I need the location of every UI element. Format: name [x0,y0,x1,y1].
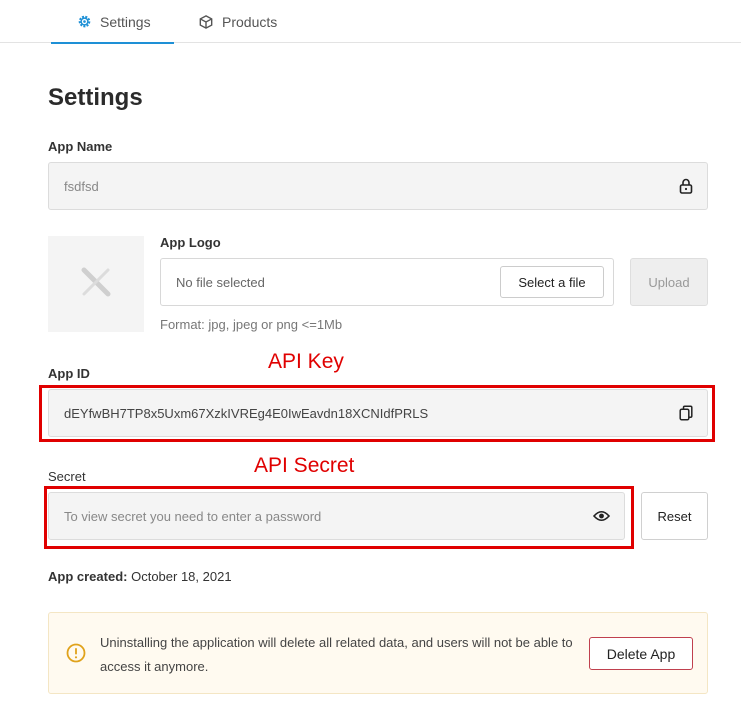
app-created-date: October 18, 2021 [131,569,232,584]
page-title: Settings [48,84,143,111]
tab-products-label: Products [222,13,278,30]
warning-text: Uninstalling the application will delete… [100,635,573,674]
file-status: No file selected [176,274,265,290]
tab-bar: Settings Products [0,0,741,44]
logo-file-input[interactable]: No file selected Select a file [160,258,614,306]
app-created-label: App created: [48,569,128,584]
app-created: App created: October 18, 2021 [48,569,232,584]
api-secret-annotation: API Secret [254,454,355,477]
gear-icon [76,14,92,30]
box-icon [198,14,214,30]
secret-field[interactable]: To view secret you need to enter a passw… [48,492,625,540]
eye-icon[interactable] [593,510,610,522]
select-file-button[interactable]: Select a file [500,266,604,298]
delete-app-button[interactable]: Delete App [589,637,693,670]
alert-circle-icon [66,643,86,668]
app-logo-placeholder-icon [81,267,111,302]
app-id-field: dEYfwBH7TP8x5Uxm67XzkIVREg4E0IwEavdn18XC… [48,389,708,437]
app-logo-label: App Logo [160,235,221,250]
upload-button[interactable]: Upload [630,258,708,306]
uninstall-warning: Uninstalling the application will delete… [48,612,708,694]
app-logo-preview [48,236,144,332]
app-name-field: fsdfsd [48,162,708,210]
api-key-annotation: API Key [268,350,344,373]
tab-settings-label: Settings [100,13,151,30]
lock-icon [679,178,693,194]
app-name-label: App Name [48,139,113,154]
copy-icon[interactable] [679,405,693,421]
secret-placeholder: To view secret you need to enter a passw… [64,508,322,524]
secret-label: Secret [48,469,86,484]
reset-button[interactable]: Reset [641,492,708,540]
tab-products[interactable]: Products [198,0,277,43]
format-hint: Format: jpg, jpeg or png <=1Mb [160,317,343,332]
app-name-value: fsdfsd [64,178,99,194]
app-id-label: App ID [48,366,90,381]
app-id-value: dEYfwBH7TP8x5Uxm67XzkIVREg4E0IwEavdn18XC… [64,405,429,421]
tab-settings[interactable]: Settings [51,0,174,44]
